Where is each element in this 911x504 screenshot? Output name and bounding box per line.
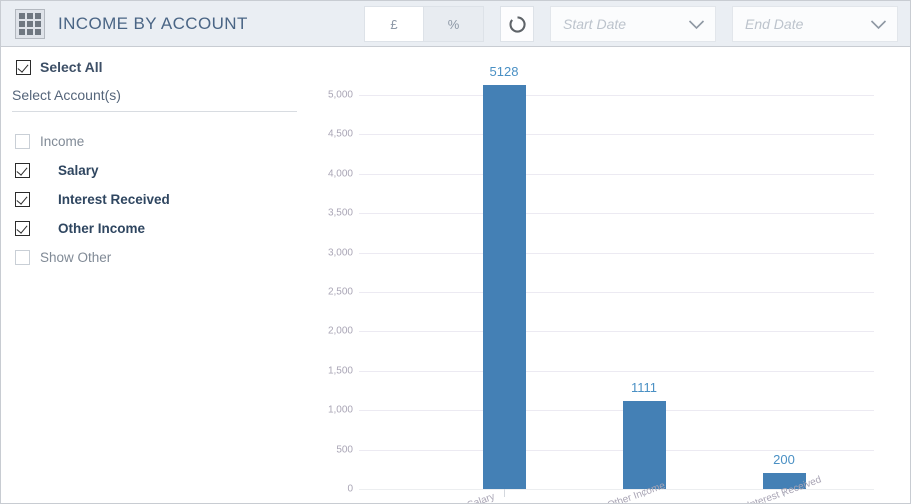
- y-axis-tick-label: 0: [347, 483, 353, 495]
- refresh-icon: [508, 15, 526, 33]
- account-label-salary: Salary: [58, 163, 99, 178]
- account-checkbox-other-income[interactable]: [15, 221, 30, 236]
- gridline: 2,000: [328, 326, 874, 337]
- account-row-income[interactable]: Income: [15, 127, 305, 156]
- account-list: Income Salary Interest Received Other In…: [15, 127, 305, 272]
- gridline: 4,500: [328, 129, 874, 140]
- chart-plot-area: 0 500 1,000 1,500 2,000 2,500 3,000 3,500 4,000 4…: [328, 64, 874, 503]
- account-row-interest-received[interactable]: Interest Received: [15, 185, 305, 214]
- y-axis-tick-label: 4,500: [327, 128, 353, 140]
- gridline: 3,000: [328, 247, 874, 258]
- select-all-checkbox[interactable]: [16, 59, 31, 75]
- gridline: 2,500: [328, 287, 874, 298]
- start-date-placeholder: Start Date: [563, 16, 627, 32]
- percent-toggle-button[interactable]: %: [424, 7, 483, 41]
- show-other-checkbox[interactable]: [15, 250, 30, 265]
- y-axis-tick-label: 4,000: [327, 168, 353, 180]
- header-toolbar: £ % Start Date End Date: [364, 6, 898, 42]
- gridline: 3,500: [328, 208, 874, 219]
- y-axis-tick-label: 1,500: [327, 365, 353, 377]
- chevron-down-icon: [870, 19, 887, 29]
- account-row-other-income[interactable]: Other Income: [15, 214, 305, 243]
- currency-toggle-button[interactable]: £: [365, 7, 424, 41]
- account-label-interest-received: Interest Received: [58, 192, 170, 207]
- chevron-down-icon: [688, 19, 705, 29]
- show-other-label: Show Other: [40, 250, 112, 265]
- grid-icon[interactable]: [15, 8, 45, 39]
- bar[interactable]: [622, 401, 666, 489]
- gridline: 1,500: [328, 365, 874, 376]
- x-axis-tick: [504, 489, 505, 497]
- y-axis-tick-label: 3,500: [327, 207, 353, 219]
- y-axis-tick-label: 5,000: [327, 89, 353, 101]
- refresh-button[interactable]: [500, 6, 534, 42]
- page-title: INCOME BY ACCOUNT: [58, 13, 248, 33]
- y-axis-tick-label: 500: [336, 444, 353, 456]
- account-checkbox-salary[interactable]: [15, 163, 30, 178]
- gridline: 1,000: [328, 405, 874, 416]
- x-axis-tick-label: Salary: [466, 491, 497, 504]
- account-checkbox-income[interactable]: [15, 134, 30, 149]
- account-row-salary[interactable]: Salary: [15, 156, 305, 185]
- account-label-other-income: Other Income: [58, 221, 146, 236]
- income-by-account-window: INCOME BY ACCOUNT £ % Start Date End Dat…: [0, 0, 911, 504]
- y-axis-tick-label: 2,000: [327, 325, 353, 337]
- gridline: 500: [336, 444, 874, 455]
- select-accounts-label: Select Account(s): [12, 87, 297, 112]
- bar-value-label: 200: [773, 452, 795, 468]
- y-axis-tick-label: 1,000: [327, 404, 353, 416]
- bar[interactable]: [482, 84, 526, 489]
- select-all-row[interactable]: Select All: [16, 59, 103, 75]
- gridline: 4,000: [328, 168, 874, 179]
- y-axis-tick-label: 3,000: [327, 247, 353, 259]
- bar-value-label: 5128: [489, 63, 519, 79]
- select-all-label: Select All: [40, 59, 103, 75]
- account-checkbox-interest-received[interactable]: [15, 192, 30, 207]
- end-date-placeholder: End Date: [745, 16, 804, 32]
- income-bar-chart: 0 500 1,000 1,500 2,000 2,500 3,000 3,500 4,000 4…: [311, 47, 910, 503]
- account-selector-panel: Select All Select Account(s) Income Sala…: [1, 47, 311, 503]
- account-label-income: Income: [40, 134, 85, 149]
- bar-value-label: 1111: [630, 380, 658, 396]
- gridline: 5,000: [328, 90, 874, 101]
- y-axis-tick-label: 2,500: [327, 286, 353, 298]
- show-other-row[interactable]: Show Other: [15, 243, 305, 272]
- start-date-field[interactable]: Start Date: [550, 6, 716, 42]
- end-date-field[interactable]: End Date: [732, 6, 898, 42]
- unit-toggle-group: £ %: [364, 6, 484, 42]
- app-header: INCOME BY ACCOUNT £ % Start Date End Dat…: [1, 1, 910, 47]
